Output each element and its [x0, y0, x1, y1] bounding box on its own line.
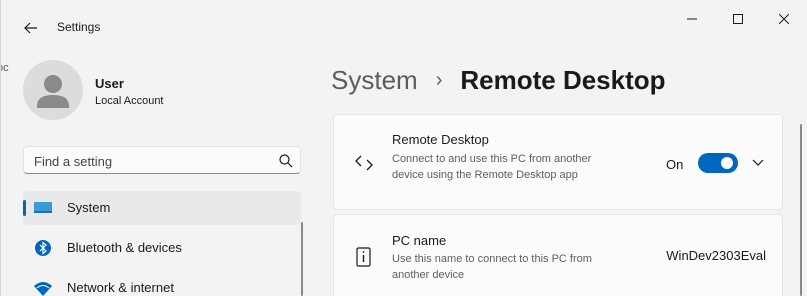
settings-window: oc Settings User: [0, 0, 807, 296]
toggle-knob: [721, 157, 733, 169]
remote-desktop-description: Connect to and use this PC from another …: [392, 153, 592, 181]
wifi-icon: [34, 282, 52, 296]
breadcrumb-separator: ›: [435, 68, 443, 91]
remote-desktop-toggle[interactable]: [698, 153, 738, 173]
user-name: User: [95, 76, 124, 91]
main-scrollbar[interactable]: [800, 124, 802, 296]
bluetooth-icon: [35, 240, 51, 256]
background-window-text: oc: [1, 62, 9, 74]
pc-name-card: PC name Use this name to connect to this…: [333, 214, 783, 296]
minimize-button[interactable]: [669, 0, 715, 38]
chevron-down-icon: [752, 159, 764, 166]
page-title: Remote Desktop: [460, 64, 666, 95]
sidebar-item-label: System: [67, 200, 111, 215]
app-title: Settings: [57, 20, 101, 34]
pc-name-description: Use this name to connect to this PC from…: [392, 253, 592, 281]
toggle-state-label: On: [666, 157, 684, 172]
system-icon: [34, 202, 52, 213]
avatar[interactable]: [23, 60, 83, 120]
search-box[interactable]: [23, 146, 301, 174]
expand-button[interactable]: [748, 153, 768, 173]
remote-desktop-icon: [355, 155, 373, 171]
maximize-icon: [733, 14, 743, 24]
pc-name-value: WinDev2303Eval: [666, 248, 766, 263]
selection-indicator: [23, 200, 26, 216]
close-icon: [779, 14, 789, 24]
search-input[interactable]: [34, 151, 264, 171]
account-type: Local Account: [95, 95, 164, 107]
person-icon: [37, 75, 69, 108]
search-icon[interactable]: [278, 153, 294, 169]
sidebar-scrollbar[interactable]: [301, 222, 303, 296]
sidebar-item-bluetooth[interactable]: Bluetooth & devices: [23, 231, 301, 265]
sidebar-item-label: Network & internet: [67, 280, 174, 295]
sidebar-item-network[interactable]: Network & internet: [23, 271, 301, 296]
maximize-button[interactable]: [715, 0, 761, 38]
pc-name-title: PC name: [392, 233, 447, 248]
breadcrumb: System › Remote Desktop: [331, 60, 666, 100]
minimize-icon: [687, 18, 697, 20]
pc-info-icon: [356, 247, 371, 267]
back-button[interactable]: [17, 14, 45, 42]
remote-desktop-title: Remote Desktop: [392, 132, 489, 147]
remote-desktop-card: Remote Desktop Connect to and use this P…: [333, 114, 783, 210]
sidebar-item-system[interactable]: System: [23, 191, 301, 225]
title-bar: Settings: [1, 0, 807, 50]
breadcrumb-parent-link[interactable]: System: [331, 65, 418, 96]
sidebar-item-label: Bluetooth & devices: [67, 240, 182, 255]
close-button[interactable]: [761, 0, 807, 38]
back-arrow-icon: [24, 22, 37, 34]
